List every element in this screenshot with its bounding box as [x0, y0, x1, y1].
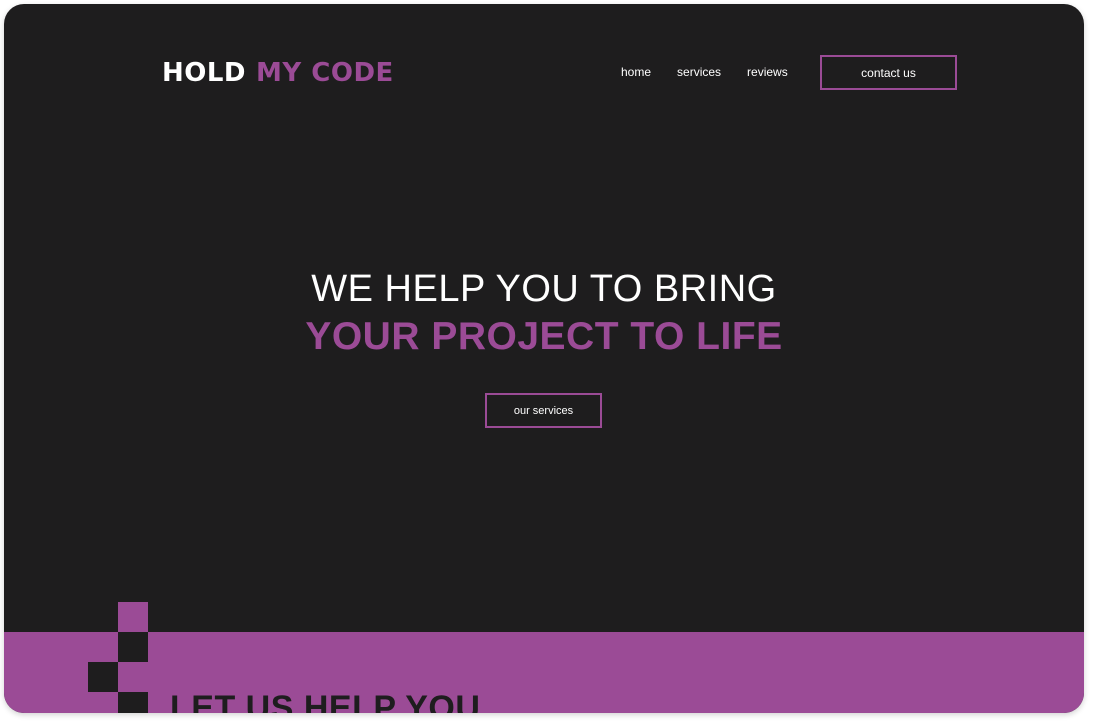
decorative-pixel-square — [118, 602, 148, 632]
site-header: HOLD MY CODE home services reviews contac… — [4, 4, 1084, 144]
main-nav: home services reviews — [621, 65, 788, 79]
section-title: LET US HELP YOU — [170, 689, 481, 713]
logo-text-hold: HOLD — [162, 58, 247, 88]
logo-text-my-code: MY CODE — [256, 58, 394, 88]
hero-heading-line2: YOUR PROJECT TO LIFE — [305, 315, 783, 358]
page-frame: HOLD MY CODE home services reviews contac… — [4, 4, 1084, 713]
decorative-pixel-square — [118, 692, 148, 713]
nav-link-services[interactable]: services — [677, 65, 721, 79]
logo[interactable]: HOLD MY CODE — [162, 56, 394, 90]
nav-link-reviews[interactable]: reviews — [747, 65, 788, 79]
our-services-button[interactable]: our services — [485, 393, 602, 428]
nav-link-home[interactable]: home — [621, 65, 651, 79]
hero-section: WE HELP YOU TO BRING YOUR PROJECT TO LIF… — [4, 266, 1084, 360]
decorative-pixel-square — [118, 632, 148, 662]
hero-heading-line1: WE HELP YOU TO BRING — [311, 268, 777, 310]
decorative-pixel-square — [88, 662, 118, 692]
purple-section-band — [4, 632, 1084, 713]
contact-us-button[interactable]: contact us — [820, 55, 957, 90]
